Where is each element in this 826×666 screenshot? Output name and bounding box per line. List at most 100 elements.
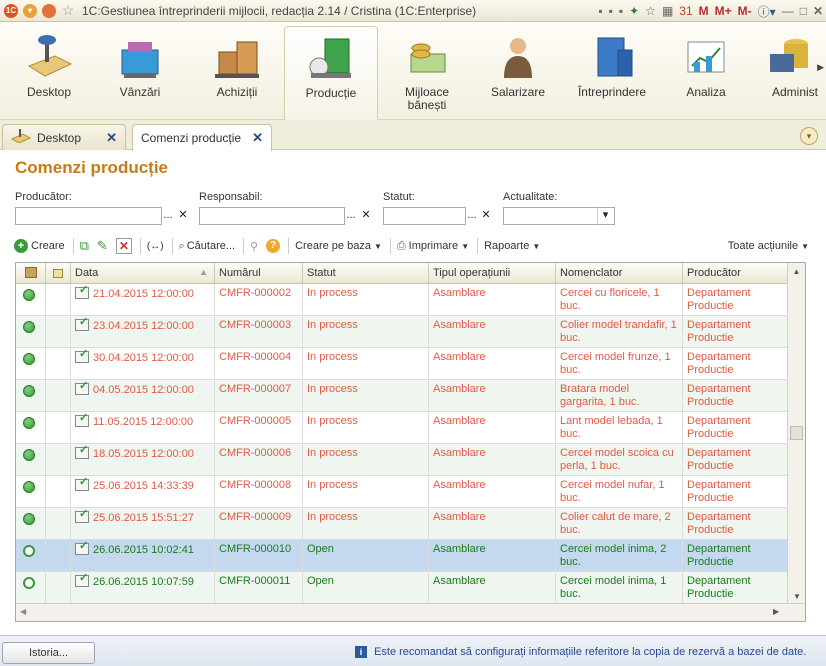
responsible-filter-input[interactable]	[199, 207, 345, 225]
dynamic-list-button[interactable]: (↔)	[147, 241, 164, 252]
table-row[interactable]: 25.06.2015 14:33:39 CMFR-000008In process…	[16, 476, 788, 508]
copy-button[interactable]: ⧉	[80, 238, 89, 254]
bookmark-icon[interactable]: ✦	[629, 4, 639, 18]
orders-table[interactable]: Data ▲ Numărul Statut Tipul operațiunii N…	[15, 262, 806, 622]
close-button[interactable]: ✕	[813, 4, 823, 18]
back-icon[interactable]	[41, 3, 57, 19]
section-production[interactable]: Producție	[284, 26, 378, 121]
column-header-operation[interactable]: Tipul operațiunii	[429, 263, 556, 283]
scroll-down-icon[interactable]: ▼	[788, 592, 805, 601]
help-button[interactable]: ?	[266, 239, 281, 253]
section-desktop[interactable]: Desktop	[7, 26, 91, 116]
search-button[interactable]: ⌕ Căutare...	[179, 240, 235, 253]
row-date: 18.05.2015 12:00:00	[93, 448, 194, 460]
minimize-button[interactable]: —	[782, 4, 794, 18]
responsible-clear-button[interactable]: ✕	[358, 207, 374, 225]
info-icon[interactable]: ⓘ▾	[758, 3, 776, 20]
vertical-scrollbar[interactable]: ▲ ▼	[787, 263, 805, 603]
scroll-thumb[interactable]	[790, 426, 803, 440]
column-header-producer[interactable]: Producător	[683, 263, 788, 283]
menu-dropdown-icon[interactable]: ▾	[22, 3, 38, 19]
save-icon[interactable]: ▪	[598, 4, 602, 18]
section-analysis[interactable]: Analiza	[664, 26, 748, 116]
history-icon[interactable]: ☆	[645, 4, 656, 18]
table-row[interactable]: 26.06.2015 10:02:41 CMFR-000010OpenAsambl…	[16, 540, 788, 572]
all-actions-dropdown[interactable]: Toate acțiunile ▼	[728, 240, 809, 252]
section-label: Vânzări	[119, 85, 161, 99]
preview-icon[interactable]: ▪	[619, 4, 623, 18]
scroll-up-icon[interactable]: ▲	[788, 267, 805, 276]
tab-desktop[interactable]: Desktop ✕	[2, 124, 126, 150]
column-header-status[interactable]: Statut	[303, 263, 429, 283]
delete-mark-button[interactable]: ✕	[115, 238, 132, 254]
column-header-number[interactable]: Numărul	[215, 263, 303, 283]
calculator-icon[interactable]: ▦	[662, 4, 673, 18]
print-dropdown[interactable]: ⎙ Imprimare ▼	[397, 240, 469, 253]
reports-dropdown[interactable]: Rapoarte ▼	[484, 240, 540, 252]
tab-production-orders[interactable]: Comenzi producție ✕	[132, 124, 272, 151]
favorites-star-icon[interactable]: ☆	[60, 2, 76, 19]
section-label: Desktop	[26, 85, 72, 99]
close-tab-icon[interactable]: ✕	[106, 130, 117, 146]
section-payroll[interactable]: Salarizare	[476, 26, 560, 116]
print-icon[interactable]: ▪	[609, 4, 613, 18]
table-row[interactable]: 11.05.2015 12:00:00 CMFR-000005In process…	[16, 412, 788, 444]
search-icon: ⌕	[178, 239, 185, 252]
section-enterprise[interactable]: Întreprindere	[570, 26, 654, 116]
cancel-search-button[interactable]: ⚲	[250, 240, 258, 253]
status-clear-button[interactable]: ✕	[478, 207, 494, 225]
producer-filter-input[interactable]	[15, 207, 162, 225]
responsible-select-button[interactable]: ...	[343, 207, 359, 225]
column-header-date[interactable]: Data ▲	[71, 263, 215, 283]
document-posted-icon	[75, 508, 89, 523]
header-lock-icon[interactable]	[46, 263, 71, 283]
row-operation-cell: Asamblare	[429, 508, 556, 539]
section-purchases[interactable]: Achiziții	[195, 26, 279, 116]
row-operation-cell: Asamblare	[429, 540, 556, 571]
row-operation-cell: Asamblare	[429, 476, 556, 507]
scroll-left-icon[interactable]: ◀	[20, 607, 26, 616]
maximize-button[interactable]: □	[800, 4, 807, 18]
close-tab-icon[interactable]: ✕	[252, 130, 263, 146]
row-lock-cell	[46, 476, 71, 507]
table-row[interactable]: 23.04.2015 12:00:00 CMFR-000003In process…	[16, 316, 788, 348]
section-sales[interactable]: Vânzări	[98, 26, 182, 116]
row-date-cell: 04.05.2015 12:00:00	[71, 380, 215, 411]
table-row[interactable]: 30.04.2015 12:00:00 CMFR-000004In process…	[16, 348, 788, 380]
status-filter-input[interactable]	[383, 207, 466, 225]
row-operation-cell: Asamblare	[429, 316, 556, 347]
table-row[interactable]: 21.04.2015 12:00:00 CMFR-000002In process…	[16, 284, 788, 316]
chevron-down-icon[interactable]: ▾	[597, 207, 613, 225]
tabs-dropdown-icon[interactable]: ▾	[800, 127, 818, 145]
section-admin[interactable]: Administ	[758, 26, 818, 116]
table-row[interactable]: 18.05.2015 12:00:00 CMFR-000006In process…	[16, 444, 788, 476]
table-row[interactable]: 26.06.2015 10:07:59 CMFR-000011OpenAsambl…	[16, 572, 788, 604]
backup-notice[interactable]: i Este recomandat să configurați informa…	[355, 646, 806, 658]
row-date: 30.04.2015 12:00:00	[93, 352, 194, 364]
section-label: Producție	[305, 86, 357, 100]
row-producer-cell: Departament Productie	[683, 572, 788, 603]
table-row[interactable]: 25.06.2015 15:51:27 CMFR-000009In process…	[16, 508, 788, 540]
producer-clear-button[interactable]: ✕	[175, 207, 191, 225]
history-button[interactable]: Istoria...	[2, 642, 95, 664]
table-row[interactable]: 04.05.2015 12:00:00 CMFR-000007In process…	[16, 380, 788, 412]
header-status-icon[interactable]	[16, 263, 46, 283]
app-logo-icon[interactable]: 1C	[3, 3, 19, 19]
horizontal-scrollbar[interactable]: ◀ ▶	[16, 603, 805, 621]
scroll-right-icon[interactable]: ▶	[773, 607, 779, 616]
edit-button[interactable]: ✎	[97, 238, 108, 254]
memory-mminus-button[interactable]: M-	[738, 4, 752, 18]
row-status-text: In process	[303, 284, 429, 315]
column-header-item[interactable]: Nomenclator	[556, 263, 683, 283]
document-posted-icon	[75, 284, 89, 299]
row-lock-cell	[46, 284, 71, 315]
row-producer-cell: Departament Productie	[683, 380, 788, 411]
create-button[interactable]: + Creare	[14, 239, 65, 253]
create-based-on-dropdown[interactable]: Creare pe baza ▼	[295, 240, 382, 252]
section-money[interactable]: Mijloace bănești	[385, 26, 469, 116]
calendar-icon[interactable]: 31	[679, 4, 692, 18]
sections-scroll-right[interactable]: ▶	[817, 62, 824, 73]
memory-m-button[interactable]: M	[699, 4, 709, 18]
memory-mplus-button[interactable]: M+	[715, 4, 732, 18]
producer-select-button[interactable]: ...	[160, 207, 176, 225]
